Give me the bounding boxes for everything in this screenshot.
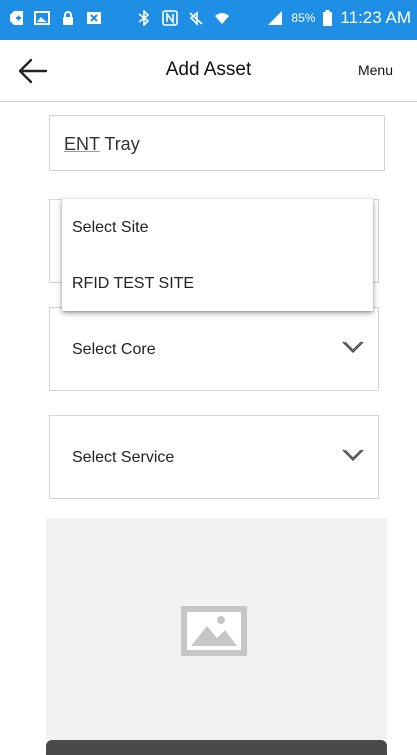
wifi-icon (215, 13, 229, 24)
bottom-action-bar[interactable] (46, 740, 387, 755)
service-select[interactable]: Select Service (49, 415, 379, 499)
menu-button[interactable]: Menu (358, 62, 393, 78)
site-dropdown-menu: Select Site RFID TEST SITE (62, 199, 373, 311)
site-option-rfid-test-site[interactable]: RFID TEST SITE (72, 275, 194, 293)
signal-icon (268, 11, 283, 25)
status-bar-notifications (8, 10, 230, 26)
asset-name-prefix: ENT (64, 134, 100, 154)
mute-icon (189, 11, 203, 26)
asset-image-picker[interactable] (46, 518, 387, 740)
battery-percent: 85% (291, 11, 316, 25)
site-option-select-site[interactable]: Select Site (72, 219, 148, 237)
chevron-down-icon (342, 341, 364, 353)
lock-icon (63, 11, 73, 25)
core-select[interactable]: Select Core (49, 307, 379, 391)
status-bar: 85% 11:23 AM (0, 0, 417, 40)
status-bar-system: 85% 11:23 AM (267, 8, 411, 28)
add-icon (10, 11, 23, 25)
app-bar: Add Asset Menu (0, 40, 417, 102)
nfc-icon (162, 10, 178, 26)
clock: 11:23 AM (340, 8, 411, 27)
core-select-label: Select Core (72, 341, 156, 358)
image-icon (34, 11, 50, 25)
bluetooth-icon (138, 10, 150, 26)
chevron-down-icon (342, 449, 364, 461)
close-box-icon (87, 12, 101, 24)
service-select-label: Select Service (72, 449, 175, 466)
battery-icon (323, 10, 333, 26)
page-title: Add Asset (165, 59, 252, 80)
asset-name-input[interactable]: ENT Tray (49, 115, 385, 171)
asset-name-value: ENT Tray (64, 134, 140, 155)
image-placeholder-icon (181, 606, 247, 656)
asset-name-suffix: Tray (99, 134, 140, 154)
